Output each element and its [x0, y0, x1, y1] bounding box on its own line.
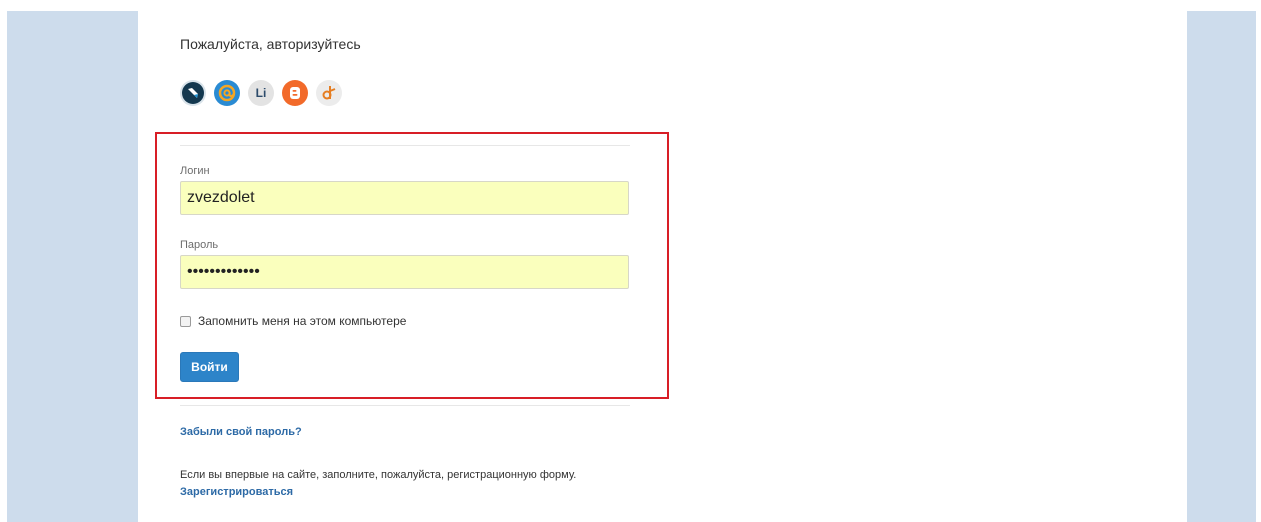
register-note: Если вы впервые на сайте, заполните, пож…: [180, 469, 577, 481]
mail-icon[interactable]: [214, 80, 240, 106]
remember-label: Запомнить меня на этом компьютере: [198, 314, 407, 328]
left-background-panel: [7, 11, 138, 522]
odnoklassniki-icon[interactable]: [316, 80, 342, 106]
blogger-icon[interactable]: [282, 80, 308, 106]
right-background-panel: [1187, 11, 1256, 522]
password-label: Пароль: [180, 239, 219, 251]
livejournal-icon[interactable]: [180, 80, 206, 106]
password-input[interactable]: [180, 255, 629, 289]
login-button[interactable]: Войти: [180, 352, 239, 382]
social-login-bar: Li: [180, 80, 342, 106]
remember-me[interactable]: Запомнить меня на этом компьютере: [180, 314, 406, 328]
remember-checkbox[interactable]: [180, 315, 191, 327]
divider: [180, 405, 630, 406]
page-title: Пожалуйста, авторизуйтесь: [180, 36, 361, 52]
login-label: Логин: [180, 165, 210, 177]
liveinternet-icon[interactable]: Li: [248, 80, 274, 106]
login-input[interactable]: [180, 181, 629, 215]
forgot-password-link[interactable]: Забыли свой пароль?: [180, 426, 302, 438]
register-link[interactable]: Зарегистрироваться: [180, 486, 293, 498]
